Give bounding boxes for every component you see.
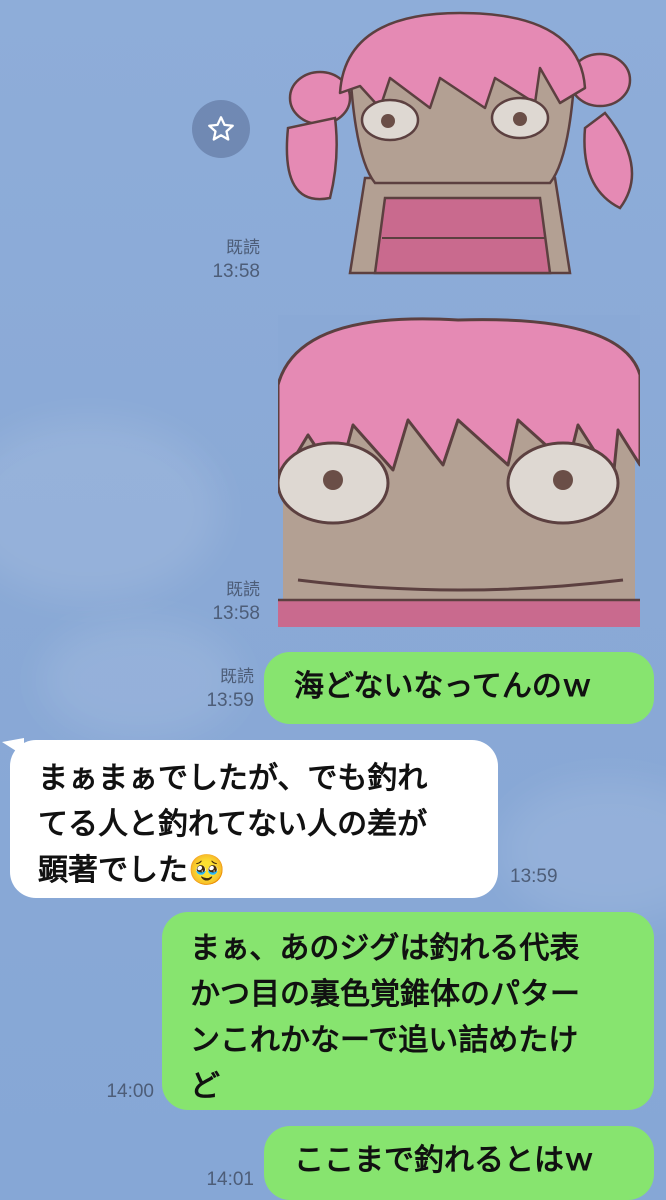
message-time: 14:00 (106, 1081, 154, 1102)
message-text-line: かつ目の裏色覚錐体のパター (190, 977, 580, 1012)
pink-girl-staring-sticker[interactable] (270, 8, 655, 278)
read-receipt: 既読 (220, 667, 254, 687)
message-text-line: まぁ、あのジグは釣れる代表 (190, 931, 580, 966)
message-meta: 既読 13:58 (180, 236, 260, 284)
message-bubble-sent[interactable]: ここまで釣れるとはｗ (264, 1126, 654, 1200)
message-meta: 既読 13:59 (180, 665, 254, 713)
background-cloud (0, 420, 220, 600)
message-text-line: まぁまぁでしたが、でも釣れ (38, 761, 428, 796)
message-time: 13:58 (212, 261, 260, 282)
message-text: 海どないなってんのｗ (294, 669, 592, 704)
background-cloud (500, 780, 666, 920)
message-text-line: ンこれかなーで追い詰めたけ (190, 1023, 579, 1058)
read-receipt: 既読 (226, 580, 260, 600)
message-text-line: てる人と釣れてない人の差が (38, 807, 428, 842)
message-bubble-sent[interactable]: まぁ、あのジグは釣れる代表 かつ目の裏色覚錐体のパター ンこれかなーで追い詰めた… (162, 912, 654, 1110)
message-time: 13:59 (510, 866, 558, 887)
favorite-sticker-button[interactable] (192, 100, 250, 158)
message-time: 13:59 (206, 690, 254, 711)
message-text-line: ど (190, 1069, 220, 1104)
message-text-line: 顕著でした🥹 (38, 853, 226, 888)
message-bubble-received[interactable]: まぁまぁでしたが、でも釣れ てる人と釣れてない人の差が 顕著でした🥹 (10, 740, 498, 898)
star-icon (208, 116, 234, 141)
read-receipt: 既読 (226, 238, 260, 258)
chat-area[interactable]: 既読 13:58 既読 13:58 既読 13:59 海どないなってんのｗ まぁ… (0, 0, 666, 1200)
message-meta: 既読 13:58 (180, 578, 260, 626)
message-text: ここまで釣れるとはｗ (294, 1143, 594, 1178)
message-time: 13:58 (212, 603, 260, 624)
pink-girl-closeup-image[interactable] (278, 315, 640, 627)
message-bubble-sent[interactable]: 海どないなってんのｗ (264, 652, 654, 724)
message-meta: 14:00 (80, 1080, 154, 1104)
message-meta: 14:01 (180, 1168, 254, 1192)
message-time: 14:01 (206, 1169, 254, 1190)
